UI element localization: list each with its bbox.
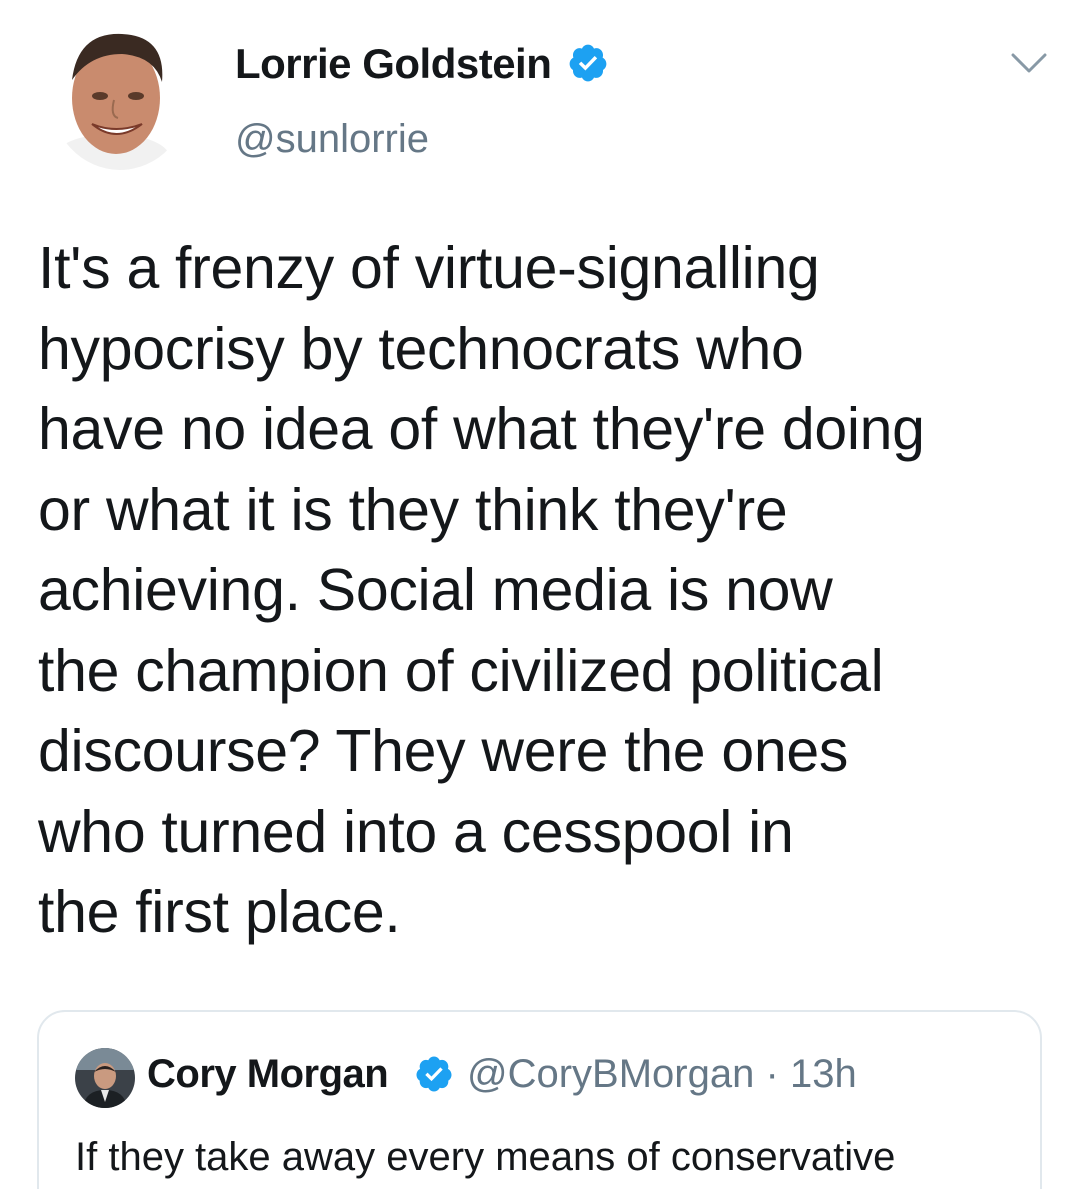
tweet-card: Lorrie Goldstein @sunlorrie It's a frenz… bbox=[0, 0, 1080, 1189]
quoted-timestamp[interactable]: 13h bbox=[790, 1052, 857, 1096]
quoted-author-avatar-image bbox=[75, 1048, 135, 1108]
chevron-down-icon[interactable] bbox=[1005, 45, 1053, 79]
quoted-author-handle[interactable]: @CoryBMorgan bbox=[467, 1052, 754, 1096]
quoted-author-avatar[interactable] bbox=[75, 1048, 135, 1108]
author-avatar[interactable] bbox=[50, 20, 190, 170]
meta-separator: · bbox=[765, 1052, 779, 1096]
verified-badge-icon bbox=[569, 44, 607, 82]
author-avatar-image bbox=[50, 20, 190, 170]
author-handle[interactable]: @sunlorrie bbox=[235, 117, 429, 162]
quoted-tweet-text: If they take away every means of conserv… bbox=[75, 1135, 896, 1179]
tweet-text: It's a frenzy of virtue-signalling hypoc… bbox=[38, 235, 925, 945]
quoted-meta: @CoryBMorgan · 13h bbox=[467, 1052, 857, 1097]
quoted-author-name[interactable]: Cory Morgan bbox=[147, 1052, 389, 1097]
author-name[interactable]: Lorrie Goldstein bbox=[235, 40, 552, 88]
quoted-tweet[interactable]: Cory Morgan @CoryBMorgan · 13h If they t… bbox=[37, 1010, 1042, 1189]
verified-badge-icon bbox=[416, 1056, 452, 1092]
